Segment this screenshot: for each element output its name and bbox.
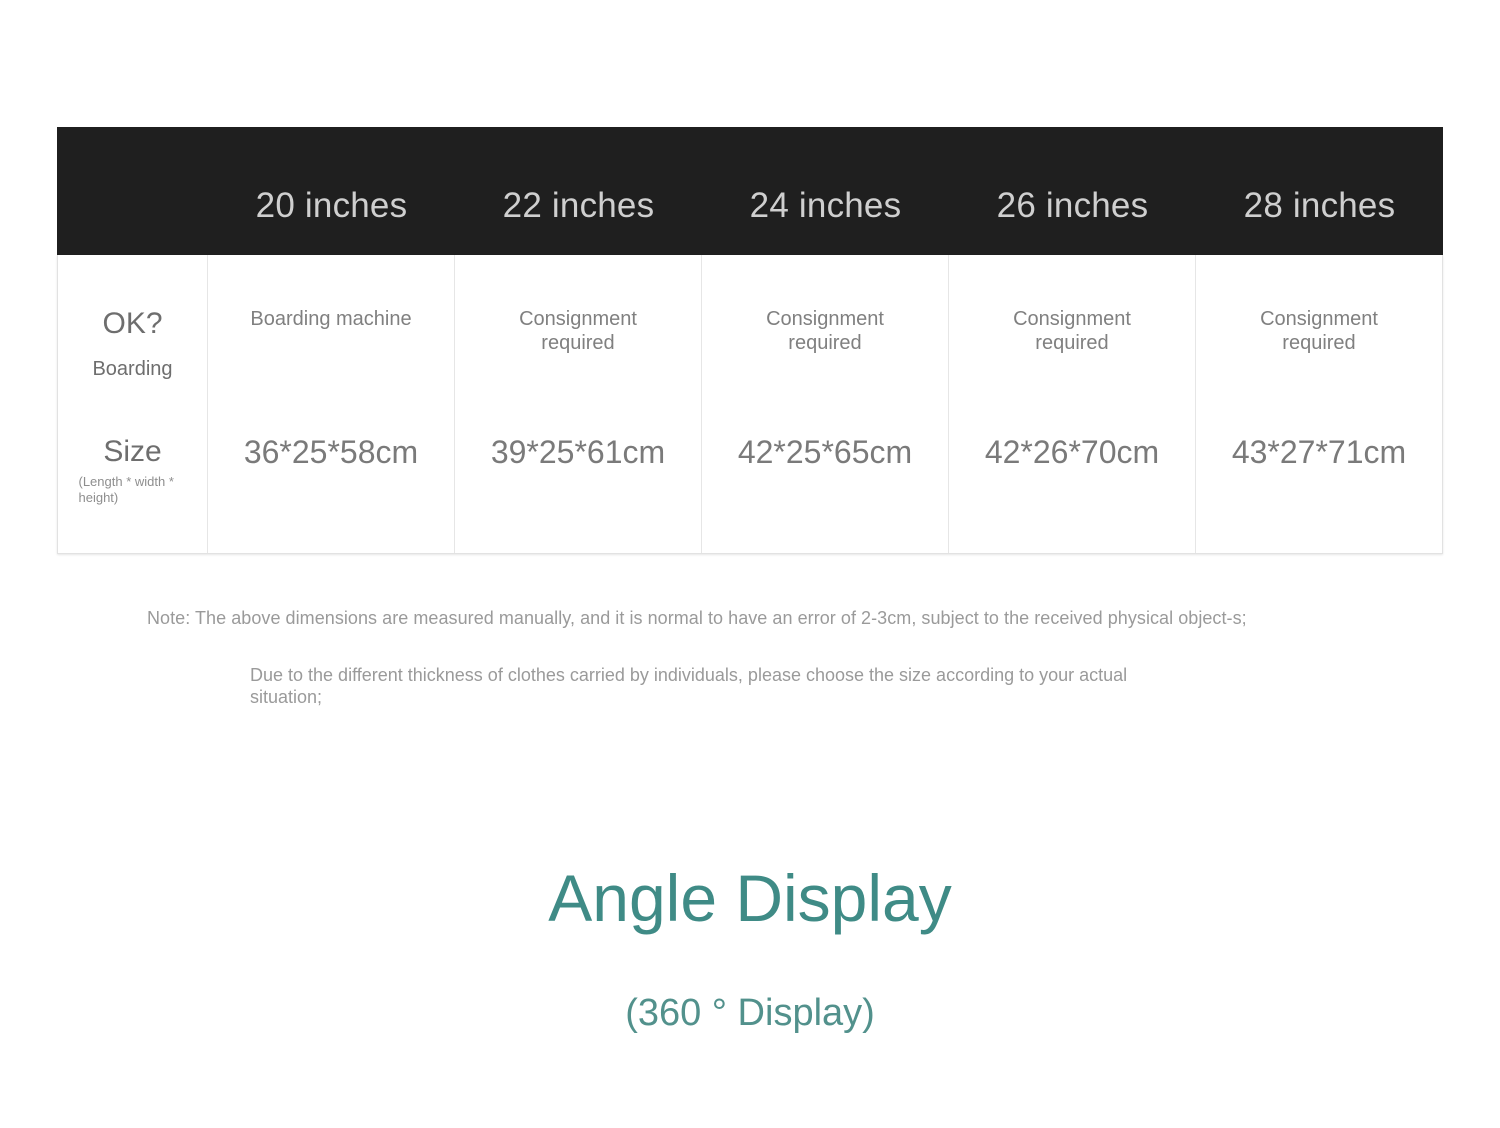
status-cell-20-inches: Boarding machine xyxy=(208,255,454,395)
status-cell-22-inches: Consignment required xyxy=(455,255,701,395)
table-header-cell-20-inches: 20 inches xyxy=(255,186,408,225)
status-text-28-inches: Consignment required xyxy=(1260,308,1378,354)
table-header-cell-24-inches: 24 inches xyxy=(749,186,902,225)
row-sublabel-dimensions: (Length * width * height) xyxy=(78,474,174,506)
note-clothing-thickness: Due to the different thickness of clothe… xyxy=(250,664,1128,707)
row-sublabel-boarding: Boarding xyxy=(92,358,173,380)
size-cell-26-inches: 42*26*70cm xyxy=(949,395,1195,553)
notes-block: Note: The above dimensions are measured … xyxy=(147,608,1377,709)
status-text-26-inches: Consignment required xyxy=(1013,308,1131,354)
table-column-24-inches: Consignment required 42*25*65cm xyxy=(702,255,949,553)
angle-display-subtitle: (360 ° Display) xyxy=(625,991,875,1034)
angle-display-section: Angle Display (360 ° Display) xyxy=(0,862,1500,1034)
row-label-size: Size xyxy=(103,435,162,468)
size-cell-24-inches: 42*25*65cm xyxy=(702,395,948,553)
size-cell-20-inches: 36*25*58cm xyxy=(208,395,454,553)
size-text-24-inches: 42*25*65cm xyxy=(737,434,913,470)
angle-display-title: Angle Display xyxy=(548,861,952,935)
label-cell-boarding: OK? Boarding xyxy=(58,255,207,395)
status-text-20-inches: Boarding machine xyxy=(250,308,412,330)
status-text-22-inches: Consignment required xyxy=(519,308,637,354)
table-body: OK? Boarding Size (Length * width * heig… xyxy=(57,255,1443,554)
status-cell-26-inches: Consignment required xyxy=(949,255,1195,395)
status-cell-28-inches: Consignment required xyxy=(1196,255,1442,395)
table-header-cell-28-inches: 28 inches xyxy=(1243,186,1396,225)
status-text-24-inches: Consignment required xyxy=(766,308,884,354)
size-text-28-inches: 43*27*71cm xyxy=(1231,434,1407,470)
table-header-row: 20 inches 22 inches 24 inches 26 inches … xyxy=(57,127,1443,255)
label-cell-size: Size (Length * width * height) xyxy=(58,395,207,553)
size-text-20-inches: 36*25*58cm xyxy=(243,434,419,470)
row-label-ok: OK? xyxy=(102,307,163,340)
size-text-22-inches: 39*25*61cm xyxy=(490,434,666,470)
table-header-cell-22-inches: 22 inches xyxy=(502,186,655,225)
status-cell-24-inches: Consignment required xyxy=(702,255,948,395)
table-column-20-inches: Boarding machine 36*25*58cm xyxy=(208,255,455,553)
table-header-cell-26-inches: 26 inches xyxy=(996,186,1149,225)
table-label-column: OK? Boarding Size (Length * width * heig… xyxy=(58,255,208,553)
size-text-26-inches: 42*26*70cm xyxy=(984,434,1160,470)
table-column-28-inches: Consignment required 43*27*71cm xyxy=(1196,255,1442,553)
note-measurement-disclaimer: Note: The above dimensions are measured … xyxy=(147,608,1247,628)
table-column-22-inches: Consignment required 39*25*61cm xyxy=(455,255,702,553)
size-cell-28-inches: 43*27*71cm xyxy=(1196,395,1442,553)
size-comparison-table: 20 inches 22 inches 24 inches 26 inches … xyxy=(57,127,1443,554)
size-cell-22-inches: 39*25*61cm xyxy=(455,395,701,553)
table-column-26-inches: Consignment required 42*26*70cm xyxy=(949,255,1196,553)
